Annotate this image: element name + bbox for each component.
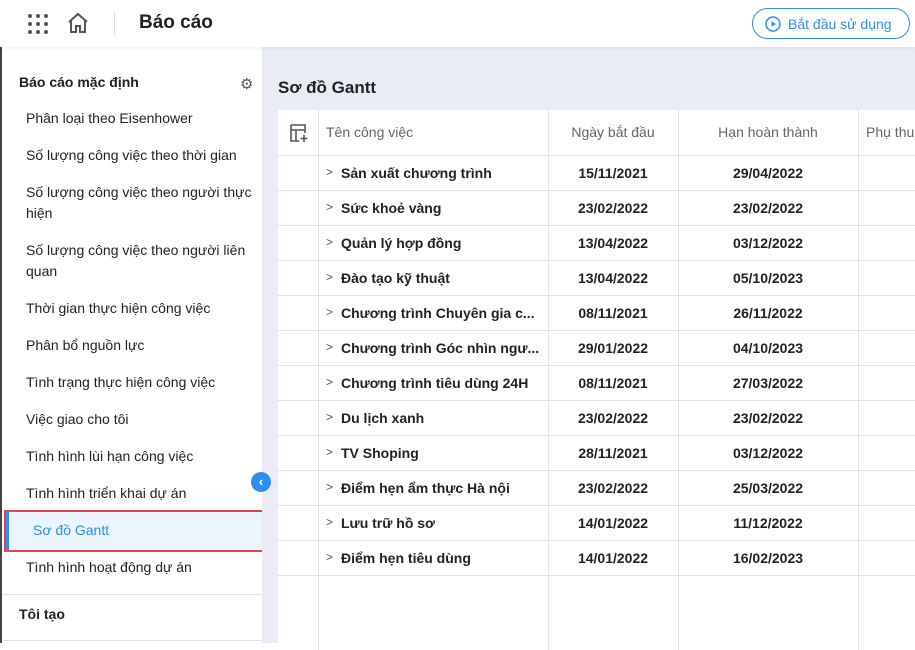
table-row[interactable]: > Điểm hẹn tiêu dùng 14/01/2022 16/02/20… <box>278 540 915 575</box>
due-date: 25/03/2022 <box>732 480 804 496</box>
expand-chevron-icon[interactable]: > <box>326 200 333 214</box>
due-date: 03/12/2022 <box>732 445 804 461</box>
table-divider <box>278 575 915 576</box>
start-date: 15/11/2021 <box>578 165 648 181</box>
task-name: Sản xuất chương trình <box>341 165 492 181</box>
table-row[interactable]: > Lưu trữ hồ sơ 14/01/2022 11/12/2022 <box>278 505 915 540</box>
report-title: Sơ đồ Gantt <box>278 78 377 97</box>
expand-chevron-icon[interactable]: > <box>326 480 333 494</box>
column-header-due-date[interactable]: Hạn hoàn thành <box>678 110 858 155</box>
expand-chevron-icon[interactable]: > <box>326 165 333 179</box>
start-using-label: Bắt đầu sử dụng <box>788 15 892 32</box>
top-bar: Báo cáo Bắt đầu sử dụng <box>0 0 915 47</box>
table-row[interactable]: > Đào tạo kỹ thuật 13/04/2022 05/10/2023 <box>278 260 915 295</box>
start-date: 29/01/2022 <box>577 340 649 356</box>
table-row[interactable]: > Điểm hẹn ẩm thực Hà nội 23/02/2022 25/… <box>278 470 915 505</box>
sidebar-item[interactable]: Phân loại theo Eisenhower <box>26 108 262 129</box>
task-name: Chương trình Góc nhìn ngư... <box>341 340 540 356</box>
sidebar-item-label: Sơ đồ Gantt <box>33 522 110 538</box>
task-name: Lưu trữ hồ sơ <box>341 515 436 531</box>
table-row[interactable]: > Chương trình tiêu dùng 24H 08/11/2021 … <box>278 365 915 400</box>
sidebar-item[interactable]: Tình hình hoạt động dự án <box>26 557 262 578</box>
column-header-start-date[interactable]: Ngày bắt đầu <box>548 110 678 155</box>
task-name: Du lịch xanh <box>341 410 425 426</box>
expand-chevron-icon[interactable]: > <box>326 305 333 319</box>
collapse-sidebar-chevron-icon[interactable]: ‹ <box>251 472 271 492</box>
home-icon[interactable] <box>66 11 90 35</box>
start-date: 28/11/2021 <box>578 445 648 461</box>
sidebar-item[interactable]: Tình hình lùi hạn công việc <box>26 446 262 467</box>
due-date: 29/04/2022 <box>732 165 804 181</box>
due-date: 03/12/2022 <box>732 235 804 251</box>
table-row[interactable]: > Chương trình Chuyên gia c... 08/11/202… <box>278 295 915 330</box>
start-date: 23/02/2022 <box>577 410 649 426</box>
sidebar-item[interactable]: Số lượng công việc theo người liên quan <box>26 240 262 282</box>
table-row[interactable]: > Quản lý hợp đồng 13/04/2022 03/12/2022 <box>278 225 915 260</box>
expand-chevron-icon[interactable]: > <box>326 515 333 529</box>
table-row[interactable]: > TV Shoping 28/11/2021 03/12/2022 <box>278 435 915 470</box>
sidebar-item[interactable]: Số lượng công việc theo người thực hiện <box>26 182 262 224</box>
sidebar-item[interactable]: Việc giao cho tôi <box>26 409 262 430</box>
start-date: 14/01/2022 <box>577 515 649 531</box>
add-column-icon[interactable] <box>289 123 309 143</box>
expand-chevron-icon[interactable]: > <box>326 445 333 459</box>
table-row[interactable]: > Chương trình Góc nhìn ngư... 29/01/202… <box>278 330 915 365</box>
expand-chevron-icon[interactable]: > <box>326 340 333 354</box>
play-circle-icon <box>765 15 781 32</box>
expand-chevron-icon[interactable]: > <box>326 410 333 424</box>
sidebar-item[interactable]: Thời gian thực hiện công việc <box>26 298 262 319</box>
sidebar-item[interactable]: Phân bổ nguồn lực <box>26 335 262 356</box>
gantt-table: Tên công việc Ngày bắt đầu Hạn hoàn thàn… <box>278 110 915 650</box>
task-name: Sức khoẻ vàng <box>341 200 442 216</box>
due-date: 04/10/2023 <box>732 340 804 356</box>
task-name: Chương trình Chuyên gia c... <box>341 305 535 321</box>
page-title: Báo cáo <box>139 12 213 33</box>
main-content: Sơ đồ Gantt Tên công việc Ngày bắt đầu H… <box>262 47 915 650</box>
due-date: 27/03/2022 <box>732 375 804 391</box>
divider <box>2 640 262 641</box>
gear-icon[interactable]: ⚙ <box>240 75 253 93</box>
task-name: Điểm hẹn ẩm thực Hà nội <box>341 480 510 496</box>
start-date: 14/01/2022 <box>577 550 649 566</box>
start-using-button[interactable]: Bắt đầu sử dụng <box>752 8 910 39</box>
apps-grid-icon[interactable] <box>28 14 48 34</box>
expand-chevron-icon[interactable]: > <box>326 550 333 564</box>
table-row[interactable]: > Sản xuất chương trình 15/11/2021 29/04… <box>278 155 915 190</box>
expand-chevron-icon[interactable]: > <box>326 270 333 284</box>
due-date: 11/12/2022 <box>733 515 803 531</box>
section-my-reports[interactable]: Tôi tạo <box>19 606 65 622</box>
due-date: 05/10/2023 <box>732 270 804 286</box>
due-date: 26/11/2022 <box>733 305 803 321</box>
section-default-reports: Báo cáo mặc định <box>19 74 139 90</box>
start-date: 23/02/2022 <box>577 200 649 216</box>
column-header-task-name[interactable]: Tên công việc <box>326 110 413 155</box>
start-date: 23/02/2022 <box>577 480 649 496</box>
start-date: 08/11/2021 <box>578 305 648 321</box>
sidebar-item-gantt-selected[interactable]: Sơ đồ Gantt <box>4 510 268 552</box>
expand-chevron-icon[interactable]: > <box>326 375 333 389</box>
start-date: 13/04/2022 <box>577 270 649 286</box>
sidebar-item[interactable]: Tình trạng thực hiện công việc <box>26 372 262 393</box>
divider <box>2 594 262 595</box>
task-name: Đào tạo kỹ thuật <box>341 270 450 286</box>
task-name: Điểm hẹn tiêu dùng <box>341 550 471 566</box>
sidebar-item[interactable]: Số lượng công việc theo thời gian <box>26 145 262 166</box>
task-name: TV Shoping <box>341 445 419 461</box>
due-date: 16/02/2023 <box>732 550 804 566</box>
table-row[interactable]: > Du lịch xanh 23/02/2022 23/02/2022 <box>278 400 915 435</box>
task-name: Quản lý hợp đồng <box>341 235 462 251</box>
start-date: 13/04/2022 <box>577 235 649 251</box>
table-row[interactable]: > Sức khoẻ vàng 23/02/2022 23/02/2022 <box>278 190 915 225</box>
task-name: Chương trình tiêu dùng 24H <box>341 375 529 391</box>
sidebar: Báo cáo mặc định ⚙ Phân loại theo Eisenh… <box>0 47 268 643</box>
sidebar-item[interactable]: Tình hình triển khai dự án <box>26 483 262 504</box>
divider <box>114 11 115 35</box>
column-header-dependency[interactable]: Phụ thu <box>866 110 914 155</box>
due-date: 23/02/2022 <box>732 410 804 426</box>
due-date: 23/02/2022 <box>732 200 804 216</box>
expand-chevron-icon[interactable]: > <box>326 235 333 249</box>
start-date: 08/11/2021 <box>578 375 648 391</box>
